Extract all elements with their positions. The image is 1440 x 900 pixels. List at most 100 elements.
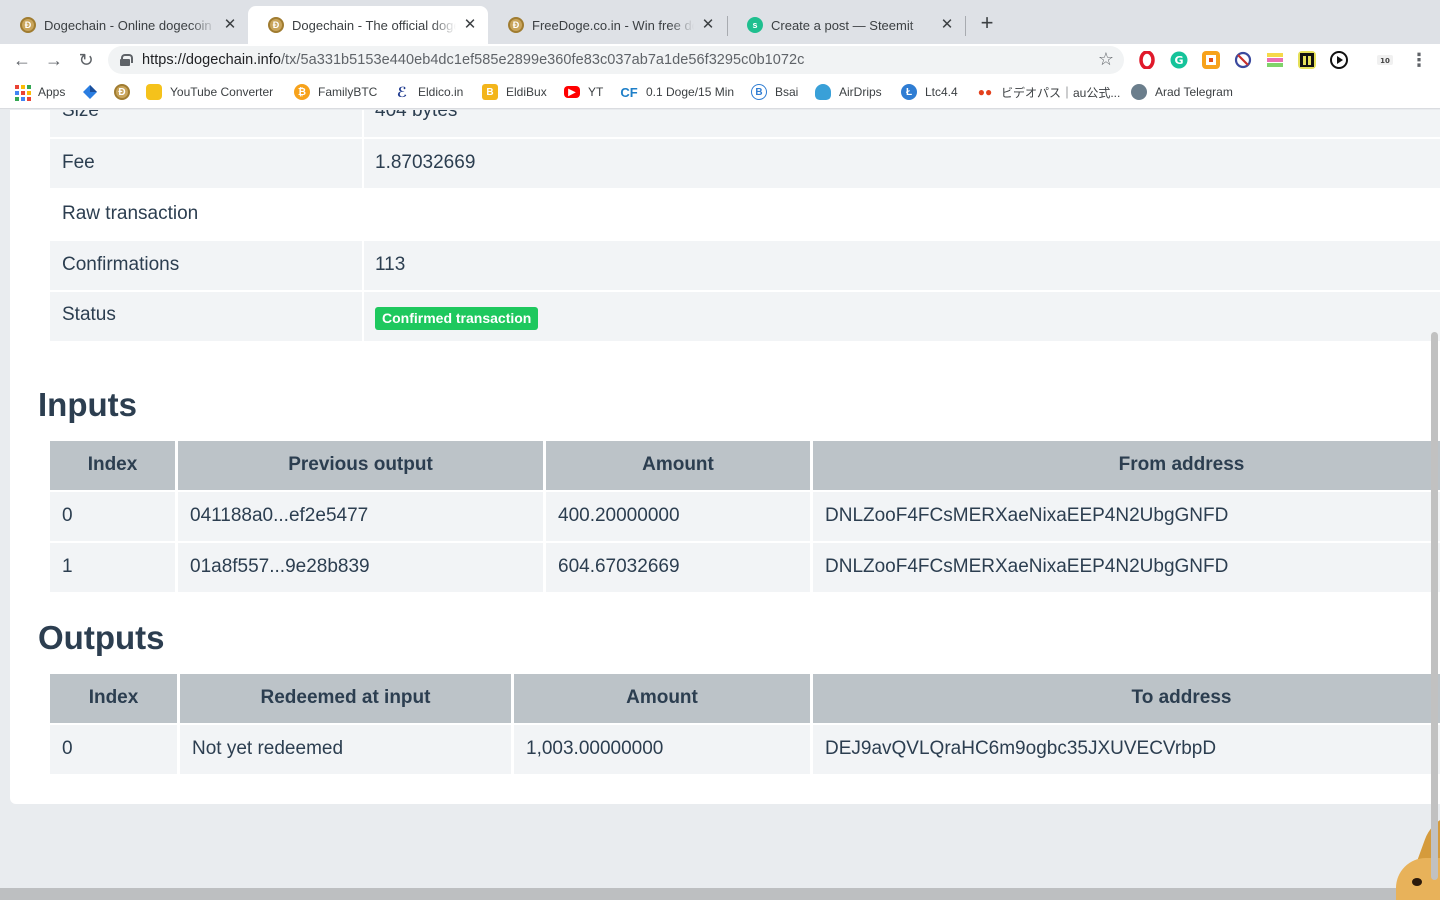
inputs-table: Index Previous output Amount From addres…: [50, 441, 1440, 592]
row-key: Confirmations: [62, 254, 180, 275]
table-row: 0 Not yet redeemed 1,003.00000000 DEJ9av…: [50, 725, 1440, 774]
bookmark-arad-telegram[interactable]: Arad Telegram: [1131, 83, 1233, 101]
bookmark-star-icon[interactable]: ☆: [1098, 49, 1114, 70]
address-bar[interactable]: https://dogechain.info/tx/5a331b5153e440…: [108, 46, 1124, 74]
lock-icon[interactable]: [120, 54, 133, 66]
bookmark-familybtc[interactable]: ₿ FamilyBTC: [294, 83, 377, 101]
scrollbar-thumb[interactable]: [1431, 332, 1438, 880]
transaction-card: Size 404 bytes Fee 1.87032669 Raw transa…: [10, 110, 1440, 804]
youtube-icon: ▶: [564, 86, 580, 98]
svg-text:G: G: [1174, 54, 1183, 67]
opera-extension-icon[interactable]: [1138, 50, 1156, 70]
bookmark-doge[interactable]: Ð: [114, 83, 138, 101]
input-amount: 604.67032669: [558, 556, 680, 577]
column-header-redeemed-at-input: Redeemed at input: [260, 687, 431, 708]
outputs-table-header: Index Redeemed at input Amount To addres…: [50, 674, 1440, 723]
row-key: Size: [62, 110, 99, 121]
status-badge: Confirmed transaction: [375, 307, 539, 330]
bookmark-label: EldiBux: [506, 85, 547, 99]
close-icon[interactable]: ✕: [222, 17, 238, 33]
bookmark-airdrips[interactable]: AirDrips: [815, 83, 882, 101]
reload-icon[interactable]: ↻: [75, 49, 97, 71]
bookmark-label: Bsai: [775, 85, 799, 99]
bookmark-youtube-converter[interactable]: YouTube Converter: [146, 83, 273, 101]
bookmark-bsai[interactable]: B Bsai: [751, 83, 798, 101]
output-index: 0: [62, 738, 73, 759]
bookmark-yt[interactable]: ▶ YT: [564, 83, 603, 101]
tab-title: Dogechain - Online dogecoin wallet: [44, 17, 216, 33]
tab-title: Dogechain - The official dogecoin block …: [292, 17, 456, 33]
bookmark-label: Ltc4.4: [925, 85, 958, 99]
bookmark-apps[interactable]: Apps: [14, 83, 65, 101]
column-divider: [175, 441, 178, 592]
cf-icon: CF: [620, 84, 638, 100]
previous-output-link[interactable]: 01a8f557...9e28b839: [178, 543, 543, 592]
row-key: Fee: [62, 152, 95, 173]
url-path: /tx/5a331b5153e440eb4dc1ef585e2899e360fe…: [280, 52, 805, 68]
table-row: 0 041188a0...ef2e5477 400.20000000 DNLZo…: [50, 492, 1440, 541]
tab-dogechain-wallet[interactable]: Ð Dogechain - Online dogecoin wallet ✕: [0, 6, 248, 44]
bookmark-label: Arad Telegram: [1155, 85, 1233, 99]
bookmark-label: Apps: [38, 85, 66, 99]
url-host: https://dogechain.info: [142, 52, 281, 68]
tab-steemit[interactable]: s Create a post — Steemit ✕: [727, 6, 965, 44]
grammarly-extension-icon[interactable]: G: [1170, 51, 1188, 69]
puzzle-extension-icon[interactable]: [1202, 51, 1220, 69]
steemit-icon: s: [747, 17, 763, 33]
url-text[interactable]: https://dogechain.info/tx/5a331b5153e440…: [142, 52, 804, 68]
close-icon[interactable]: ✕: [700, 17, 716, 33]
bookmark-eldibux[interactable]: B EldiBux: [482, 83, 547, 101]
column-header-index: Index: [87, 454, 138, 475]
close-icon[interactable]: ✕: [462, 17, 478, 33]
from-address-link[interactable]: DNLZooF4FCsMERXaeNixaEEP4N2UbgGNFD: [813, 492, 1440, 541]
play-extension-icon[interactable]: [1330, 51, 1348, 69]
page-footer-strip: [0, 888, 1440, 900]
outputs-heading: Outputs: [38, 619, 165, 656]
bookmark-ltc[interactable]: Ł Ltc4.4: [901, 83, 958, 101]
input-amount: 400.20000000: [558, 505, 680, 526]
doge-eye: [1412, 878, 1422, 886]
table-row-confirmations: Confirmations 113: [50, 241, 1440, 290]
forward-arrow-icon[interactable]: →: [43, 49, 65, 71]
table-row-raw-transaction: Raw transaction: [50, 190, 1440, 239]
diamond-icon: [82, 84, 98, 100]
eldico-icon: ℰ: [396, 83, 408, 100]
to-address-link[interactable]: DEJ9avQVLQraHC6m9ogbc35JXUVECVrbpD: [813, 725, 1440, 774]
tab-title: FreeDoge.co.in - Win free dogecoins: [532, 17, 694, 33]
column-header-index: Index: [88, 687, 139, 708]
back-arrow-icon[interactable]: ←: [11, 49, 33, 71]
eldibux-icon: B: [482, 84, 498, 100]
new-tab-button[interactable]: +: [975, 12, 999, 36]
table-row-fee: Fee 1.87032669: [50, 139, 1440, 188]
tab-freedoge[interactable]: Ð FreeDoge.co.in - Win free dogecoins ✕: [488, 6, 726, 44]
inputs-heading: Inputs: [38, 386, 137, 423]
n-extension-icon[interactable]: [1298, 51, 1316, 69]
from-address-link[interactable]: DNLZooF4FCsMERXaeNixaEEP4N2UbgGNFD: [813, 543, 1440, 592]
block-extension-icon[interactable]: [1234, 51, 1252, 69]
pastel-extension-icon[interactable]: [1266, 51, 1284, 69]
size-value: 404 bytes: [375, 110, 458, 121]
bookmark-videopass[interactable]: ●● ビデオパス｜au公式...: [977, 83, 1121, 101]
outputs-table: Index Redeemed at input Amount To addres…: [50, 674, 1440, 774]
previous-output-link[interactable]: 041188a0...ef2e5477: [178, 492, 543, 541]
confirmations-value: 113: [375, 254, 406, 275]
raw-transaction-link[interactable]: Raw transaction: [50, 190, 450, 239]
bookmark-diamond[interactable]: [82, 83, 106, 101]
tab-dogechain-explorer[interactable]: Ð Dogechain - The official dogecoin bloc…: [248, 6, 488, 44]
browser-menu-icon[interactable]: ⋮: [1410, 49, 1428, 71]
close-icon[interactable]: ✕: [939, 17, 955, 33]
column-divider: [810, 441, 813, 592]
redeemed-status: Not yet redeemed: [192, 738, 344, 759]
doge-icon: Ð: [268, 17, 284, 33]
column-divider: [177, 674, 180, 774]
bookmark-label: YouTube Converter: [170, 85, 274, 99]
column-header-amount: Amount: [626, 687, 698, 708]
bookmark-label: YT: [588, 85, 604, 99]
bookmark-eldico[interactable]: ℰ Eldico.in: [394, 83, 463, 101]
column-header-previous-output: Previous output: [288, 454, 433, 475]
column-header-from-address: From address: [1118, 454, 1245, 475]
status-cell: Confirmed transaction: [364, 292, 1440, 341]
robot-icon: [1131, 84, 1147, 100]
bookmark-doge-15min[interactable]: CF 0.1 Doge/15 Min: [620, 83, 734, 101]
bitcoin-extension-icon[interactable]: 10: [1376, 51, 1394, 69]
